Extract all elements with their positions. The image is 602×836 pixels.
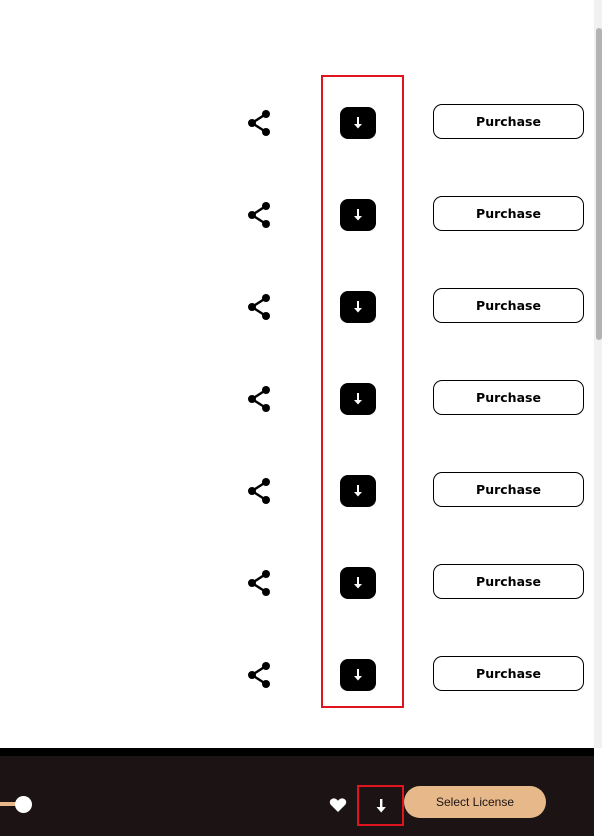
purchase-button[interactable]: Purchase bbox=[433, 564, 584, 599]
purchase-button[interactable]: Purchase bbox=[433, 104, 584, 139]
track-row: Purchase bbox=[0, 103, 594, 143]
download-button[interactable] bbox=[340, 199, 376, 231]
share-button[interactable] bbox=[245, 109, 273, 137]
select-license-button[interactable]: Select License bbox=[404, 786, 546, 818]
download-arrow-icon bbox=[354, 485, 362, 497]
share-button[interactable] bbox=[245, 293, 273, 321]
purchase-button[interactable]: Purchase bbox=[433, 472, 584, 507]
player-download-button[interactable] bbox=[357, 785, 404, 826]
share-button[interactable] bbox=[245, 201, 273, 229]
download-button[interactable] bbox=[340, 659, 376, 691]
download-arrow-icon bbox=[354, 301, 362, 313]
download-arrow-icon bbox=[354, 209, 362, 221]
download-arrow-icon bbox=[376, 798, 386, 812]
download-arrow-icon bbox=[354, 577, 362, 589]
progress-knob[interactable] bbox=[15, 796, 32, 813]
share-icon bbox=[248, 110, 270, 136]
share-icon bbox=[248, 294, 270, 320]
share-icon bbox=[248, 386, 270, 412]
download-arrow-icon bbox=[354, 393, 362, 405]
scrollbar-thumb[interactable] bbox=[596, 28, 602, 340]
track-row: Purchase bbox=[0, 195, 594, 235]
purchase-button[interactable]: Purchase bbox=[433, 656, 584, 691]
purchase-button[interactable]: Purchase bbox=[433, 196, 584, 231]
share-button[interactable] bbox=[245, 569, 273, 597]
download-button[interactable] bbox=[340, 383, 376, 415]
download-button[interactable] bbox=[340, 567, 376, 599]
track-row: Purchase bbox=[0, 655, 594, 695]
share-button[interactable] bbox=[245, 385, 273, 413]
heart-icon bbox=[329, 798, 347, 812]
page: Purchase Purchase Purchase Purchase Purchase… bbox=[0, 0, 602, 836]
share-icon bbox=[248, 478, 270, 504]
share-icon bbox=[248, 662, 270, 688]
share-icon bbox=[248, 570, 270, 596]
track-row: Purchase bbox=[0, 563, 594, 603]
track-row: Purchase bbox=[0, 379, 594, 419]
download-arrow-icon bbox=[354, 669, 362, 681]
share-icon bbox=[248, 202, 270, 228]
download-button[interactable] bbox=[340, 107, 376, 139]
download-button[interactable] bbox=[340, 475, 376, 507]
download-button[interactable] bbox=[340, 291, 376, 323]
favorite-button[interactable] bbox=[328, 795, 348, 815]
download-arrow-icon bbox=[354, 117, 362, 129]
purchase-button[interactable]: Purchase bbox=[433, 288, 584, 323]
track-row: Purchase bbox=[0, 471, 594, 511]
share-button[interactable] bbox=[245, 661, 273, 689]
purchase-button[interactable]: Purchase bbox=[433, 380, 584, 415]
track-row: Purchase bbox=[0, 287, 594, 327]
share-button[interactable] bbox=[245, 477, 273, 505]
